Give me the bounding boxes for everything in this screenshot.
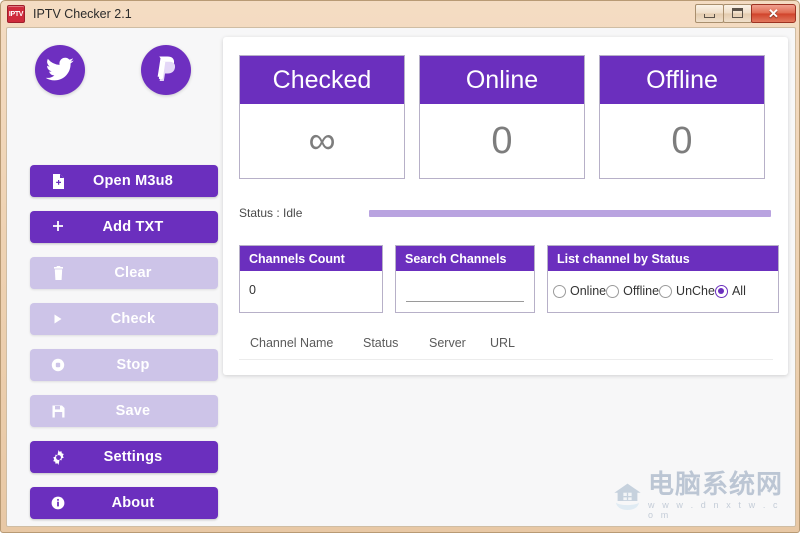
filters-row: Channels Count 0 Search Channels List ch…	[239, 245, 779, 313]
table-header-server[interactable]: Server	[429, 336, 490, 350]
stats-row: Checked ∞ Online 0 Offline 0	[239, 55, 765, 179]
stat-title-online: Online	[420, 56, 584, 104]
settings-button[interactable]: Settings	[30, 441, 218, 473]
trash-icon	[50, 265, 66, 281]
window-title: IPTV Checker 2.1	[33, 7, 132, 21]
radio-circle-icon	[606, 285, 619, 298]
status-row: Status : Idle	[239, 202, 773, 224]
play-icon	[50, 311, 66, 327]
gear-icon	[50, 449, 66, 465]
radio-circle-selected-icon	[715, 285, 728, 298]
radio-circle-icon	[553, 285, 566, 298]
paypal-icon	[153, 55, 179, 85]
stat-card-online: Online 0	[419, 55, 585, 179]
search-channels-panel: Search Channels	[395, 245, 535, 313]
save-disk-icon	[50, 403, 66, 419]
save-button[interactable]: Save	[30, 395, 218, 427]
watermark-url-text: w w w . d n x t w . c o m	[648, 500, 787, 520]
minimize-icon	[704, 14, 715, 18]
radio-label-online: Online	[570, 284, 606, 298]
list-by-status-panel: List channel by Status Online Offline	[547, 245, 779, 313]
maximize-button[interactable]	[723, 4, 752, 23]
watermark-text: 电脑系统网 w w w . d n x t w . c o m	[648, 472, 787, 520]
client-area: Open M3u8 Add TXT	[6, 27, 796, 527]
watermark: 电脑系统网 w w w . d n x t w . c o m	[611, 474, 787, 518]
status-radio-group: Online Offline UnChe	[553, 284, 746, 298]
stop-circle-icon	[50, 357, 66, 373]
search-input[interactable]	[406, 281, 524, 302]
app-icon-label: IPTV	[9, 11, 23, 18]
channels-table: Channel Name Status Server URL	[239, 327, 773, 359]
radio-option-online[interactable]: Online	[553, 284, 606, 298]
radio-option-offline[interactable]: Offline	[606, 284, 659, 298]
stat-value-checked: ∞	[240, 104, 404, 178]
about-button[interactable]: About	[30, 487, 218, 519]
stat-value-offline: 0	[600, 104, 764, 178]
table-header-status[interactable]: Status	[363, 336, 429, 350]
radio-option-all[interactable]: All	[715, 284, 746, 298]
radio-circle-icon	[659, 285, 672, 298]
clear-button[interactable]: Clear	[30, 257, 218, 289]
stop-button[interactable]: Stop	[30, 349, 218, 381]
paypal-button[interactable]	[141, 45, 191, 95]
radio-label-unchecked: UnChe	[676, 284, 715, 298]
channels-count-value: 0	[249, 283, 256, 297]
table-header-url[interactable]: URL	[490, 336, 550, 350]
title-bar: IPTV IPTV Checker 2.1 ✕	[1, 1, 800, 27]
status-label: Status : Idle	[239, 206, 369, 220]
table-header-channel-name[interactable]: Channel Name	[239, 336, 363, 350]
application-window: IPTV IPTV Checker 2.1 ✕	[0, 0, 800, 533]
social-links	[35, 45, 191, 95]
info-icon	[50, 495, 66, 511]
close-icon: ✕	[768, 7, 779, 20]
sidebar-buttons: Open M3u8 Add TXT	[30, 165, 218, 527]
close-button[interactable]: ✕	[751, 4, 796, 23]
channels-count-title: Channels Count	[240, 246, 382, 271]
stat-card-offline: Offline 0	[599, 55, 765, 179]
twitter-icon	[45, 57, 75, 83]
open-m3u8-button[interactable]: Open M3u8	[30, 165, 218, 197]
list-by-status-body: Online Offline UnChe	[548, 271, 778, 312]
watermark-house-icon	[611, 477, 644, 515]
radio-label-all: All	[732, 284, 746, 298]
maximize-icon	[732, 8, 743, 18]
sidebar: Open M3u8 Add TXT	[7, 28, 222, 527]
file-add-icon	[50, 173, 66, 189]
search-channels-title: Search Channels	[396, 246, 534, 271]
stat-card-checked: Checked ∞	[239, 55, 405, 179]
main-panel: Checked ∞ Online 0 Offline 0 Status : Id…	[223, 37, 788, 375]
radio-option-unchecked[interactable]: UnChe	[659, 284, 715, 298]
channels-count-body: 0	[240, 271, 382, 312]
table-header-row: Channel Name Status Server URL	[239, 327, 773, 360]
stat-value-online: 0	[420, 104, 584, 178]
app-icon-iptv: IPTV	[7, 5, 25, 23]
stat-title-checked: Checked	[240, 56, 404, 104]
search-channels-body	[396, 271, 534, 312]
radio-label-offline: Offline	[623, 284, 659, 298]
channels-count-panel: Channels Count 0	[239, 245, 383, 313]
twitter-button[interactable]	[35, 45, 85, 95]
window-controls: ✕	[696, 3, 796, 23]
minimize-button[interactable]	[695, 4, 724, 23]
progress-bar	[369, 210, 771, 217]
check-button[interactable]: Check	[30, 303, 218, 335]
watermark-cn-text: 电脑系统网	[648, 472, 787, 499]
stat-title-offline: Offline	[600, 56, 764, 104]
list-by-status-title: List channel by Status	[548, 246, 778, 271]
add-txt-button[interactable]: Add TXT	[30, 211, 218, 243]
plus-icon	[50, 219, 66, 235]
